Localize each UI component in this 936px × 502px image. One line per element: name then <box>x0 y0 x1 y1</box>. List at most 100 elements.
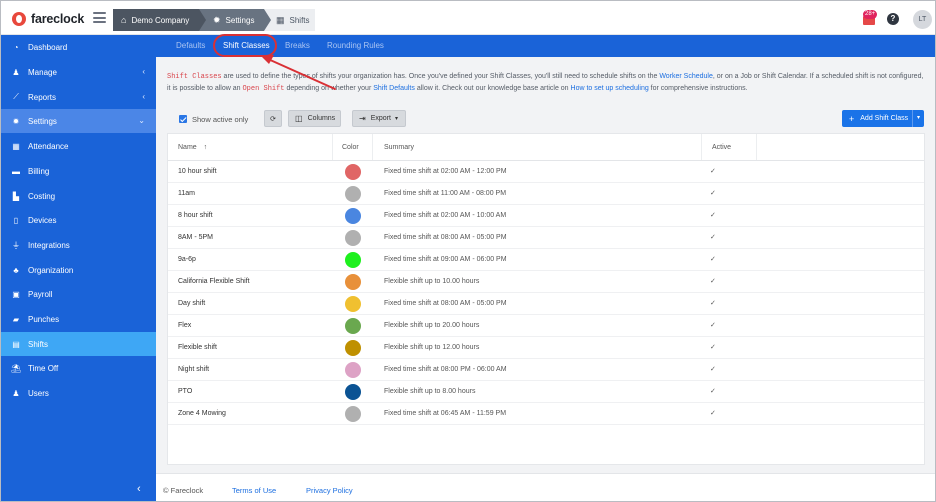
plug-icon: ⏚ <box>12 240 20 250</box>
menu-toggle-icon[interactable] <box>93 12 106 23</box>
header-name-label: Name <box>178 144 197 151</box>
summary-cell: Fixed time shift at 02:00 AM - 12:00 PM <box>384 168 507 175</box>
sidebar-item-devices[interactable]: ▯ Devices <box>1 208 156 232</box>
color-swatch <box>345 384 361 400</box>
table-row[interactable]: Zone 4 Mowing Fixed time shift at 06:45 A… <box>168 403 924 425</box>
bar-chart-icon: ▙ <box>12 191 20 201</box>
avatar[interactable]: LT <box>913 10 932 29</box>
columns-button[interactable]: ◫ Columns <box>288 110 341 127</box>
table-row[interactable]: California Flexible Shift Flexible shift … <box>168 271 924 293</box>
sidebar-item-manage[interactable]: ♟ Manage ‹ <box>1 60 156 84</box>
shift-name-cell: California Flexible Shift <box>178 278 250 285</box>
color-swatch <box>345 406 361 422</box>
table-row[interactable]: Night shift Fixed time shift at 08:00 PM … <box>168 359 924 381</box>
breadcrumb: ⌂ Demo Company ✹ Settings ▦ Shifts <box>113 9 315 31</box>
sidebar-item-label: Devices <box>28 215 57 225</box>
terms-link[interactable]: Terms of Use <box>232 486 276 495</box>
logo[interactable]: fareclock <box>12 11 84 27</box>
add-shift-class-button[interactable]: + Add Shift Class ▾ <box>842 110 924 127</box>
sidebar-item-shifts[interactable]: ▤ Shifts <box>1 332 156 356</box>
chevron-left-icon: ‹ <box>142 67 145 76</box>
caret-down-icon[interactable]: ▾ <box>912 110 924 127</box>
table-row[interactable]: Flex Flexible shift up to 20.00 hours ✓ <box>168 315 924 337</box>
privacy-link[interactable]: Privacy Policy <box>306 486 353 495</box>
table-row[interactable]: Day shift Fixed time shift at 08:00 AM - … <box>168 293 924 315</box>
sidebar-item-users[interactable]: ♟ Users <box>1 381 156 405</box>
sidebar-item-organization[interactable]: ♣ Organization <box>1 258 156 282</box>
sidebar-item-settings[interactable]: ✹ Settings ⌄ <box>1 109 156 133</box>
table-row[interactable]: Flexible shift Flexible shift up to 12.00… <box>168 337 924 359</box>
color-swatch <box>345 362 361 378</box>
refresh-icon: ⟳ <box>270 115 276 123</box>
summary-cell: Flexible shift up to 12.00 hours <box>384 344 480 351</box>
users-icon: ♟ <box>12 388 20 398</box>
active-check-icon: ✓ <box>710 212 716 219</box>
sidebar-item-attendance[interactable]: ▦ Attendance <box>1 134 156 158</box>
tab-rounding-rules[interactable]: Rounding Rules <box>327 41 384 50</box>
color-swatch <box>345 164 361 180</box>
table-row[interactable]: 10 hour shift Fixed time shift at 02:00 A… <box>168 161 924 183</box>
color-swatch <box>345 274 361 290</box>
beach-icon: ⛱ <box>11 363 22 373</box>
plus-icon: + <box>849 113 855 124</box>
table-row[interactable]: 11am Fixed time shift at 11:00 AM - 08:00… <box>168 183 924 205</box>
column-divider <box>332 134 333 160</box>
export-icon: ⇥ <box>359 114 366 123</box>
table-row[interactable]: 8 hour shift Fixed time shift at 02:00 AM… <box>168 205 924 227</box>
sidebar-item-punches[interactable]: ▰ Punches <box>1 307 156 331</box>
sidebar-item-integrations[interactable]: ⏚ Integrations <box>1 233 156 257</box>
sidebar-item-label: Payroll <box>28 289 53 299</box>
sidebar-item-billing[interactable]: ▬ Billing <box>1 159 156 183</box>
breadcrumb-label: Demo Company <box>131 15 190 25</box>
fareclock-logo-icon <box>12 12 26 26</box>
summary-cell: Fixed time shift at 06:45 AM - 11:59 PM <box>384 410 507 417</box>
sidebar-collapse-icon[interactable]: ‹ <box>137 483 141 495</box>
tab-defaults[interactable]: Defaults <box>176 41 205 50</box>
breadcrumb-shifts[interactable]: ▦ Shifts <box>264 9 315 31</box>
tab-breaks[interactable]: Breaks <box>285 41 310 50</box>
scheduling-help-link[interactable]: How to set up scheduling <box>571 85 649 92</box>
intro-segment: for comprehensive instructions. <box>648 85 748 92</box>
gear-icon: ✹ <box>213 14 221 25</box>
color-swatch <box>345 318 361 334</box>
tab-shift-classes[interactable]: Shift Classes <box>223 41 270 50</box>
column-divider <box>372 134 373 160</box>
summary-cell: Fixed time shift at 11:00 AM - 08:00 PM <box>384 190 507 197</box>
intro-text: Shift Classes are used to define the typ… <box>167 71 927 95</box>
breadcrumb-settings[interactable]: ✹ Settings <box>199 9 271 31</box>
shift-classes-table: Name ↑ Color Summary Active 10 hour shif… <box>167 133 925 465</box>
sidebar-item-costing[interactable]: ▙ Costing <box>1 184 156 208</box>
shift-name-cell: Day shift <box>178 300 206 307</box>
export-button[interactable]: ⇥ Export ▾ <box>352 110 406 127</box>
worker-schedule-link[interactable]: Worker Schedule <box>659 73 713 80</box>
header-color[interactable]: Color <box>342 144 359 151</box>
notifications-button[interactable]: 28+ <box>862 10 878 26</box>
header-name[interactable]: Name ↑ <box>178 144 207 151</box>
shift-defaults-link[interactable]: Shift Defaults <box>373 85 415 92</box>
chart-icon: ⟋ <box>13 92 19 101</box>
shift-name-cell: 11am <box>178 190 195 197</box>
code-shift-classes: Shift Classes <box>167 73 222 81</box>
sidebar-item-dashboard[interactable]: ◔ Dashboard <box>1 35 156 59</box>
sidebar-item-payroll[interactable]: ▣ Payroll <box>1 282 156 306</box>
sidebar-item-time-off[interactable]: ⛱ Time Off <box>1 356 156 380</box>
table-row[interactable]: 8AM - 5PM Fixed time shift at 08:00 AM - … <box>168 227 924 249</box>
show-active-checkbox[interactable] <box>179 115 187 123</box>
table-row[interactable]: PTO Flexible shift up to 8.00 hours ✓ <box>168 381 924 403</box>
shift-name-cell: PTO <box>178 388 193 395</box>
sidebar-item-label: Reports <box>28 92 57 102</box>
summary-cell: Fixed time shift at 08:00 AM - 05:00 PM <box>384 234 507 241</box>
header-active[interactable]: Active <box>712 144 731 151</box>
breadcrumb-company[interactable]: ⌂ Demo Company <box>113 9 206 31</box>
sidebar-item-reports[interactable]: ⟋ Reports ‹ <box>1 85 156 109</box>
active-check-icon: ✓ <box>710 344 716 351</box>
active-check-icon: ✓ <box>710 168 716 175</box>
header-summary[interactable]: Summary <box>384 144 414 151</box>
help-icon[interactable]: ? <box>887 13 899 25</box>
sidebar-item-label: Dashboard <box>28 42 68 52</box>
sidebar-item-label: Costing <box>28 191 56 201</box>
refresh-button[interactable]: ⟳ <box>264 110 282 127</box>
table-row[interactable]: 9a-6p Fixed time shift at 09:00 AM - 06:0… <box>168 249 924 271</box>
active-check-icon: ✓ <box>710 256 716 263</box>
sidebar-item-label: Settings <box>28 116 57 126</box>
